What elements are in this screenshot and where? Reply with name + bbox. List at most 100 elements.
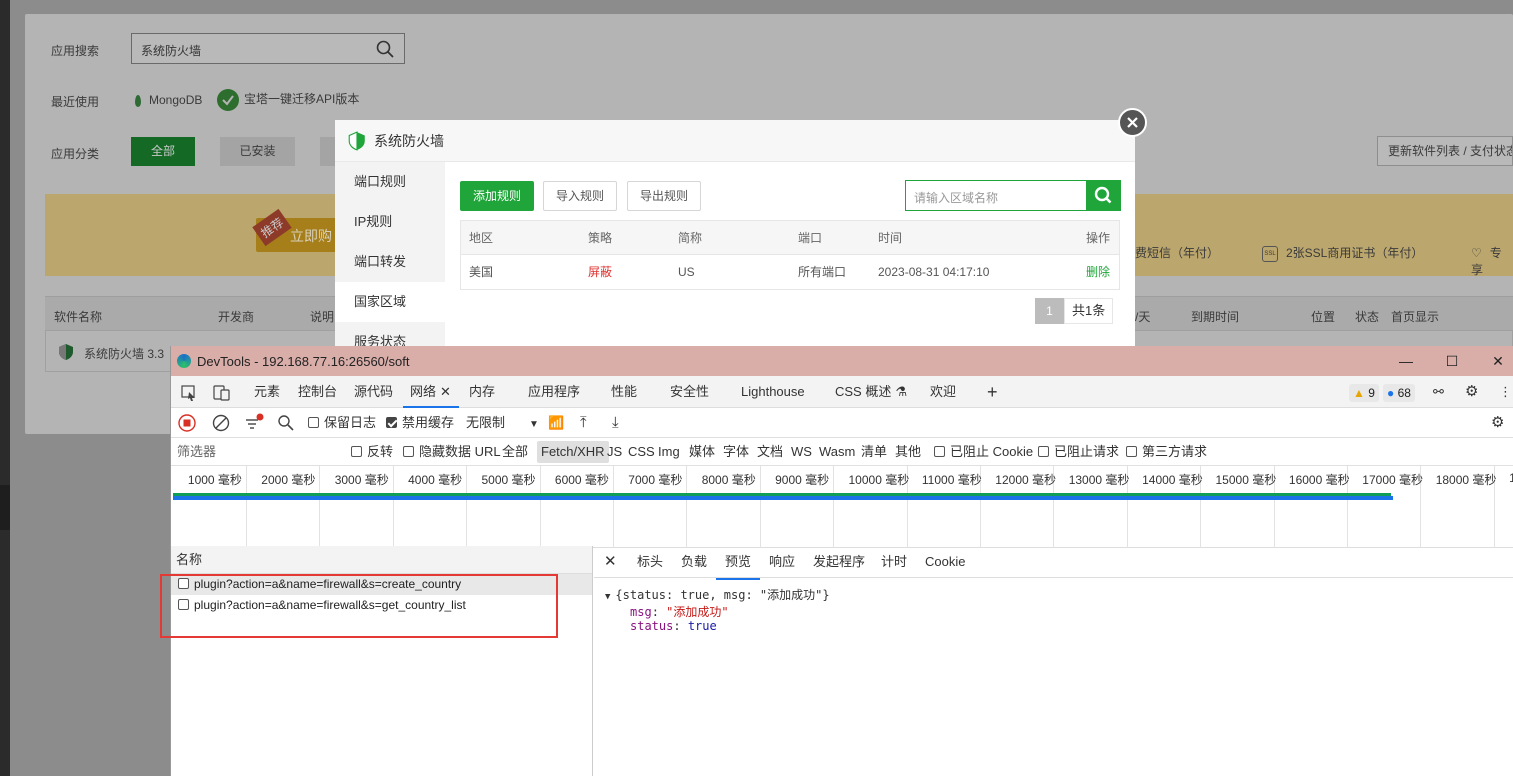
upload-icon[interactable]: ⤒ [580, 408, 587, 438]
type-doc[interactable]: 文档 [757, 438, 783, 466]
tab-payload[interactable]: 负载 [681, 546, 707, 578]
network-conditions-icon[interactable]: 📶 [548, 408, 564, 438]
search-icon[interactable] [277, 414, 295, 432]
settings-gear-icon[interactable]: ⚙ [1465, 376, 1478, 408]
tab-css-overview-label: CSS 概述 [835, 384, 892, 399]
tab-timing[interactable]: 计时 [881, 546, 907, 578]
export-rule-button[interactable]: 导出规则 [627, 181, 702, 211]
edge-logo-icon [177, 354, 191, 368]
tab-welcome[interactable]: 欢迎 [930, 376, 956, 408]
banner-buy-box[interactable]: 推荐 立即购 [252, 208, 346, 252]
tab-sources[interactable]: 源代码 [354, 376, 393, 408]
tab-memory[interactable]: 内存 [469, 376, 495, 408]
tab-css-overview[interactable]: CSS 概述 ⚗ [835, 376, 907, 408]
category-installed-button[interactable]: 已安装 [220, 137, 295, 166]
tab-initiator[interactable]: 发起程序 [813, 546, 865, 578]
tab-security[interactable]: 安全性 [670, 376, 709, 408]
category-all-button[interactable]: 全部 [131, 137, 195, 166]
type-ws[interactable]: WS [791, 438, 812, 466]
type-wasm[interactable]: Wasm [819, 438, 855, 466]
info-badge[interactable]: ● 68 [1383, 384, 1415, 402]
connections-icon[interactable]: ⚯ [1433, 376, 1444, 408]
type-css[interactable]: CSS [628, 438, 655, 466]
warning-badge[interactable]: ▲ 9 [1349, 384, 1379, 402]
type-font[interactable]: 字体 [723, 438, 749, 466]
tab-lighthouse[interactable]: Lighthouse [741, 376, 805, 408]
timeline-tick-label: 11000 毫秒 [921, 473, 982, 487]
page-current[interactable]: 1 [1035, 298, 1064, 324]
hide-data-url-checkbox[interactable]: 隐藏数据 URL [403, 438, 501, 466]
record-stop-icon[interactable] [178, 414, 196, 432]
zone-search-input[interactable]: 请输入区域名称 [905, 180, 1086, 211]
search-icon[interactable] [376, 40, 394, 61]
type-media[interactable]: 媒体 [689, 438, 715, 466]
tab-cookie[interactable]: Cookie [925, 546, 965, 578]
sidebar-item-country-region[interactable]: 国家区域 [335, 282, 445, 322]
banner-ssl-item: SSL 2张SSL商用证书（年付） [1262, 244, 1423, 262]
recent-item-migrate[interactable]: 宝塔一键迁移API版本 [217, 88, 359, 111]
download-icon[interactable]: ⤓ [612, 408, 619, 438]
filter-input[interactable]: 筛选器 [177, 438, 216, 466]
devtools-title: DevTools - 192.168.77.16:26560/soft [197, 353, 410, 369]
network-settings-gear-icon[interactable]: ⚙ [1491, 408, 1504, 438]
tab-console[interactable]: 控制台 [298, 376, 337, 408]
close-icon[interactable]: ✕ [1475, 346, 1513, 376]
sidebar-item-port-forward[interactable]: 端口转发 [335, 242, 445, 282]
timeline-bar-blue [173, 496, 1393, 500]
status-value: true [687, 619, 717, 633]
tab-headers[interactable]: 标头 [637, 546, 663, 578]
zone-search-button[interactable] [1086, 180, 1121, 211]
type-js[interactable]: JS [607, 438, 622, 466]
add-rule-button[interactable]: 添加规则 [460, 181, 535, 211]
col-expire: 到期时间 [1191, 310, 1240, 324]
minimize-icon[interactable]: — [1383, 346, 1429, 376]
sidebar-item-service-status[interactable]: 服务状态 [335, 322, 445, 346]
type-fetch-xhr[interactable]: Fetch/XHR [537, 441, 609, 463]
close-panel-icon[interactable]: ✕ [604, 546, 617, 578]
timeline-tick-label: 6000 毫秒 [554, 473, 609, 487]
maximize-icon[interactable]: ☐ [1429, 346, 1475, 376]
blocked-cookies-checkbox[interactable]: 已阻止 Cookie [934, 438, 1033, 466]
third-party-checkbox[interactable]: 第三方请求 [1126, 438, 1207, 466]
type-manifest[interactable]: 清单 [861, 438, 887, 466]
modal-close-button[interactable] [1118, 108, 1147, 137]
add-tab-icon[interactable]: + [987, 376, 998, 408]
banner-buy-label: 立即购 [290, 228, 332, 244]
recent-item-mongodb[interactable]: MongoDB [135, 93, 202, 107]
import-rule-button[interactable]: 导入规则 [543, 181, 618, 211]
modal-sidebar: 端口规则 IP规则 端口转发 国家区域 服务状态 [335, 162, 445, 346]
invert-checkbox[interactable]: 反转 [351, 438, 393, 466]
type-img[interactable]: Img [658, 438, 680, 466]
name-column-header[interactable]: 名称 [171, 546, 592, 574]
type-all[interactable]: 全部 [502, 438, 528, 466]
disable-cache-checkbox[interactable]: 禁用缓存 [386, 408, 454, 438]
tab-performance[interactable]: 性能 [611, 376, 637, 408]
tab-application[interactable]: 应用程序 [528, 376, 580, 408]
ssl-icon: SSL [1262, 245, 1278, 262]
tab-response[interactable]: 响应 [769, 546, 795, 578]
delete-link[interactable]: 删除 [1086, 255, 1110, 289]
expand-triangle-icon[interactable]: ▼ [605, 592, 610, 602]
table-row: 美国 屏蔽 US 所有端口 2023-08-31 04:17:10 删除 [461, 255, 1119, 289]
close-tab-icon[interactable]: ✕ [440, 384, 451, 399]
tab-network[interactable]: 网络 ✕ [403, 376, 459, 408]
network-overview-timeline[interactable]: 1000 毫秒 2000 毫秒 3000 毫秒 4000 毫秒 5000 毫秒 6000 … [171, 466, 1513, 548]
filter-icon[interactable] [245, 413, 265, 431]
sidebar-item-ip-rules[interactable]: IP规则 [335, 202, 445, 242]
app-search-input[interactable]: 系统防火墙 [131, 33, 405, 64]
throttle-select[interactable]: 无限制 ▼ [466, 408, 539, 440]
blocked-requests-checkbox[interactable]: 已阻止请求 [1038, 438, 1119, 466]
tab-preview[interactable]: 预览 [716, 546, 761, 580]
device-toggle-icon[interactable] [213, 376, 231, 408]
sidebar-item-port-rules[interactable]: 端口规则 [335, 162, 445, 202]
preserve-log-checkbox[interactable]: 保留日志 [308, 408, 376, 438]
pagination: 1 共1条 [1035, 298, 1114, 324]
more-options-icon[interactable]: ⋮ [1499, 376, 1512, 408]
type-other[interactable]: 其他 [895, 438, 921, 466]
clear-icon[interactable] [212, 414, 230, 432]
tab-elements[interactable]: 元素 [254, 376, 280, 408]
preview-summary[interactable]: ▼ {status: true, msg: "添加成功"} [605, 586, 830, 603]
update-software-list-button[interactable]: 更新软件列表 / 支付状态 [1377, 136, 1513, 166]
devtools-tabbar: 元素 控制台 源代码 网络 ✕ 内存 应用程序 性能 安全性 Lighthouse… [171, 376, 1513, 408]
inspect-icon[interactable] [181, 376, 197, 408]
